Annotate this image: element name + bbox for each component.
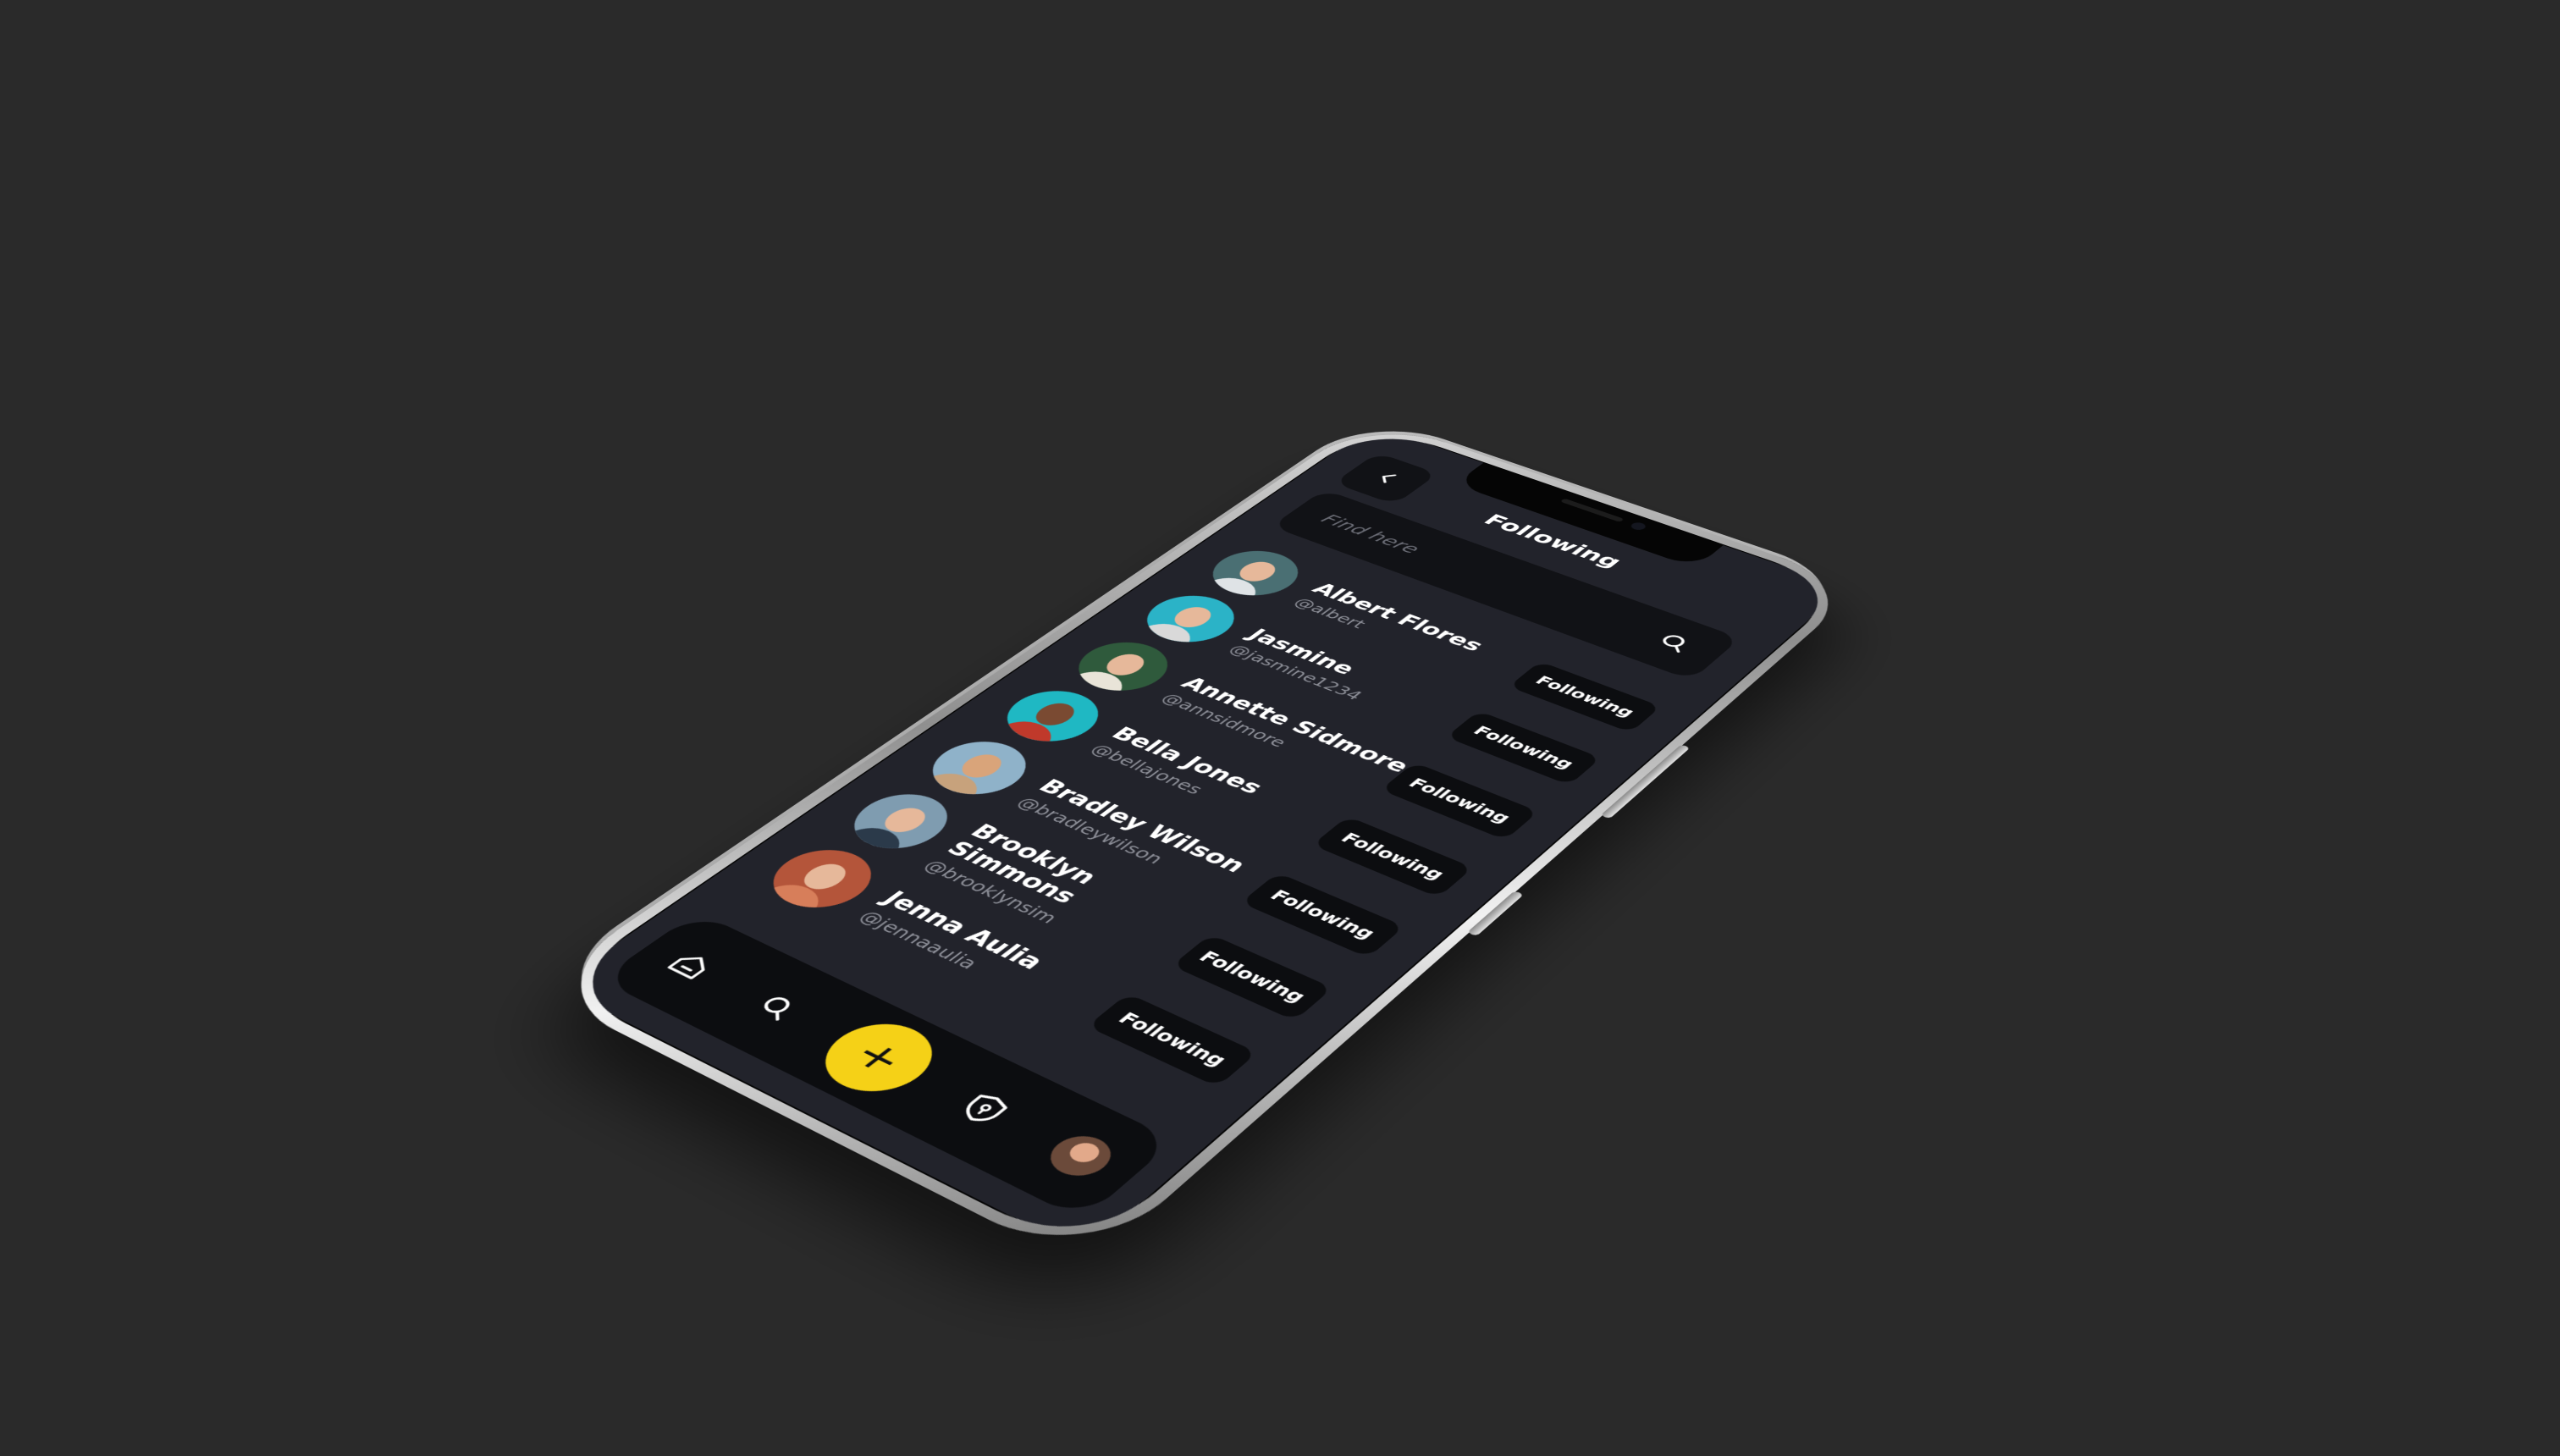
add-button[interactable]: + — [803, 1012, 953, 1105]
shield-icon[interactable] — [935, 1078, 1035, 1142]
search-icon[interactable] — [1651, 631, 1697, 656]
avatar — [1038, 1128, 1123, 1183]
phone-mockup: Following Find here Albert Flores @alber… — [532, 417, 1864, 1270]
app-screen: Following Find here Albert Flores @alber… — [554, 425, 1846, 1253]
stage: Following Find here Albert Flores @alber… — [0, 0, 2560, 1456]
speaker-grille — [1560, 499, 1625, 522]
phone-frame: Following Find here Albert Flores @alber… — [532, 417, 1864, 1270]
search-icon[interactable] — [728, 978, 825, 1037]
profile-avatar[interactable] — [1029, 1123, 1131, 1189]
home-icon[interactable] — [643, 937, 739, 995]
front-camera — [1629, 521, 1648, 532]
